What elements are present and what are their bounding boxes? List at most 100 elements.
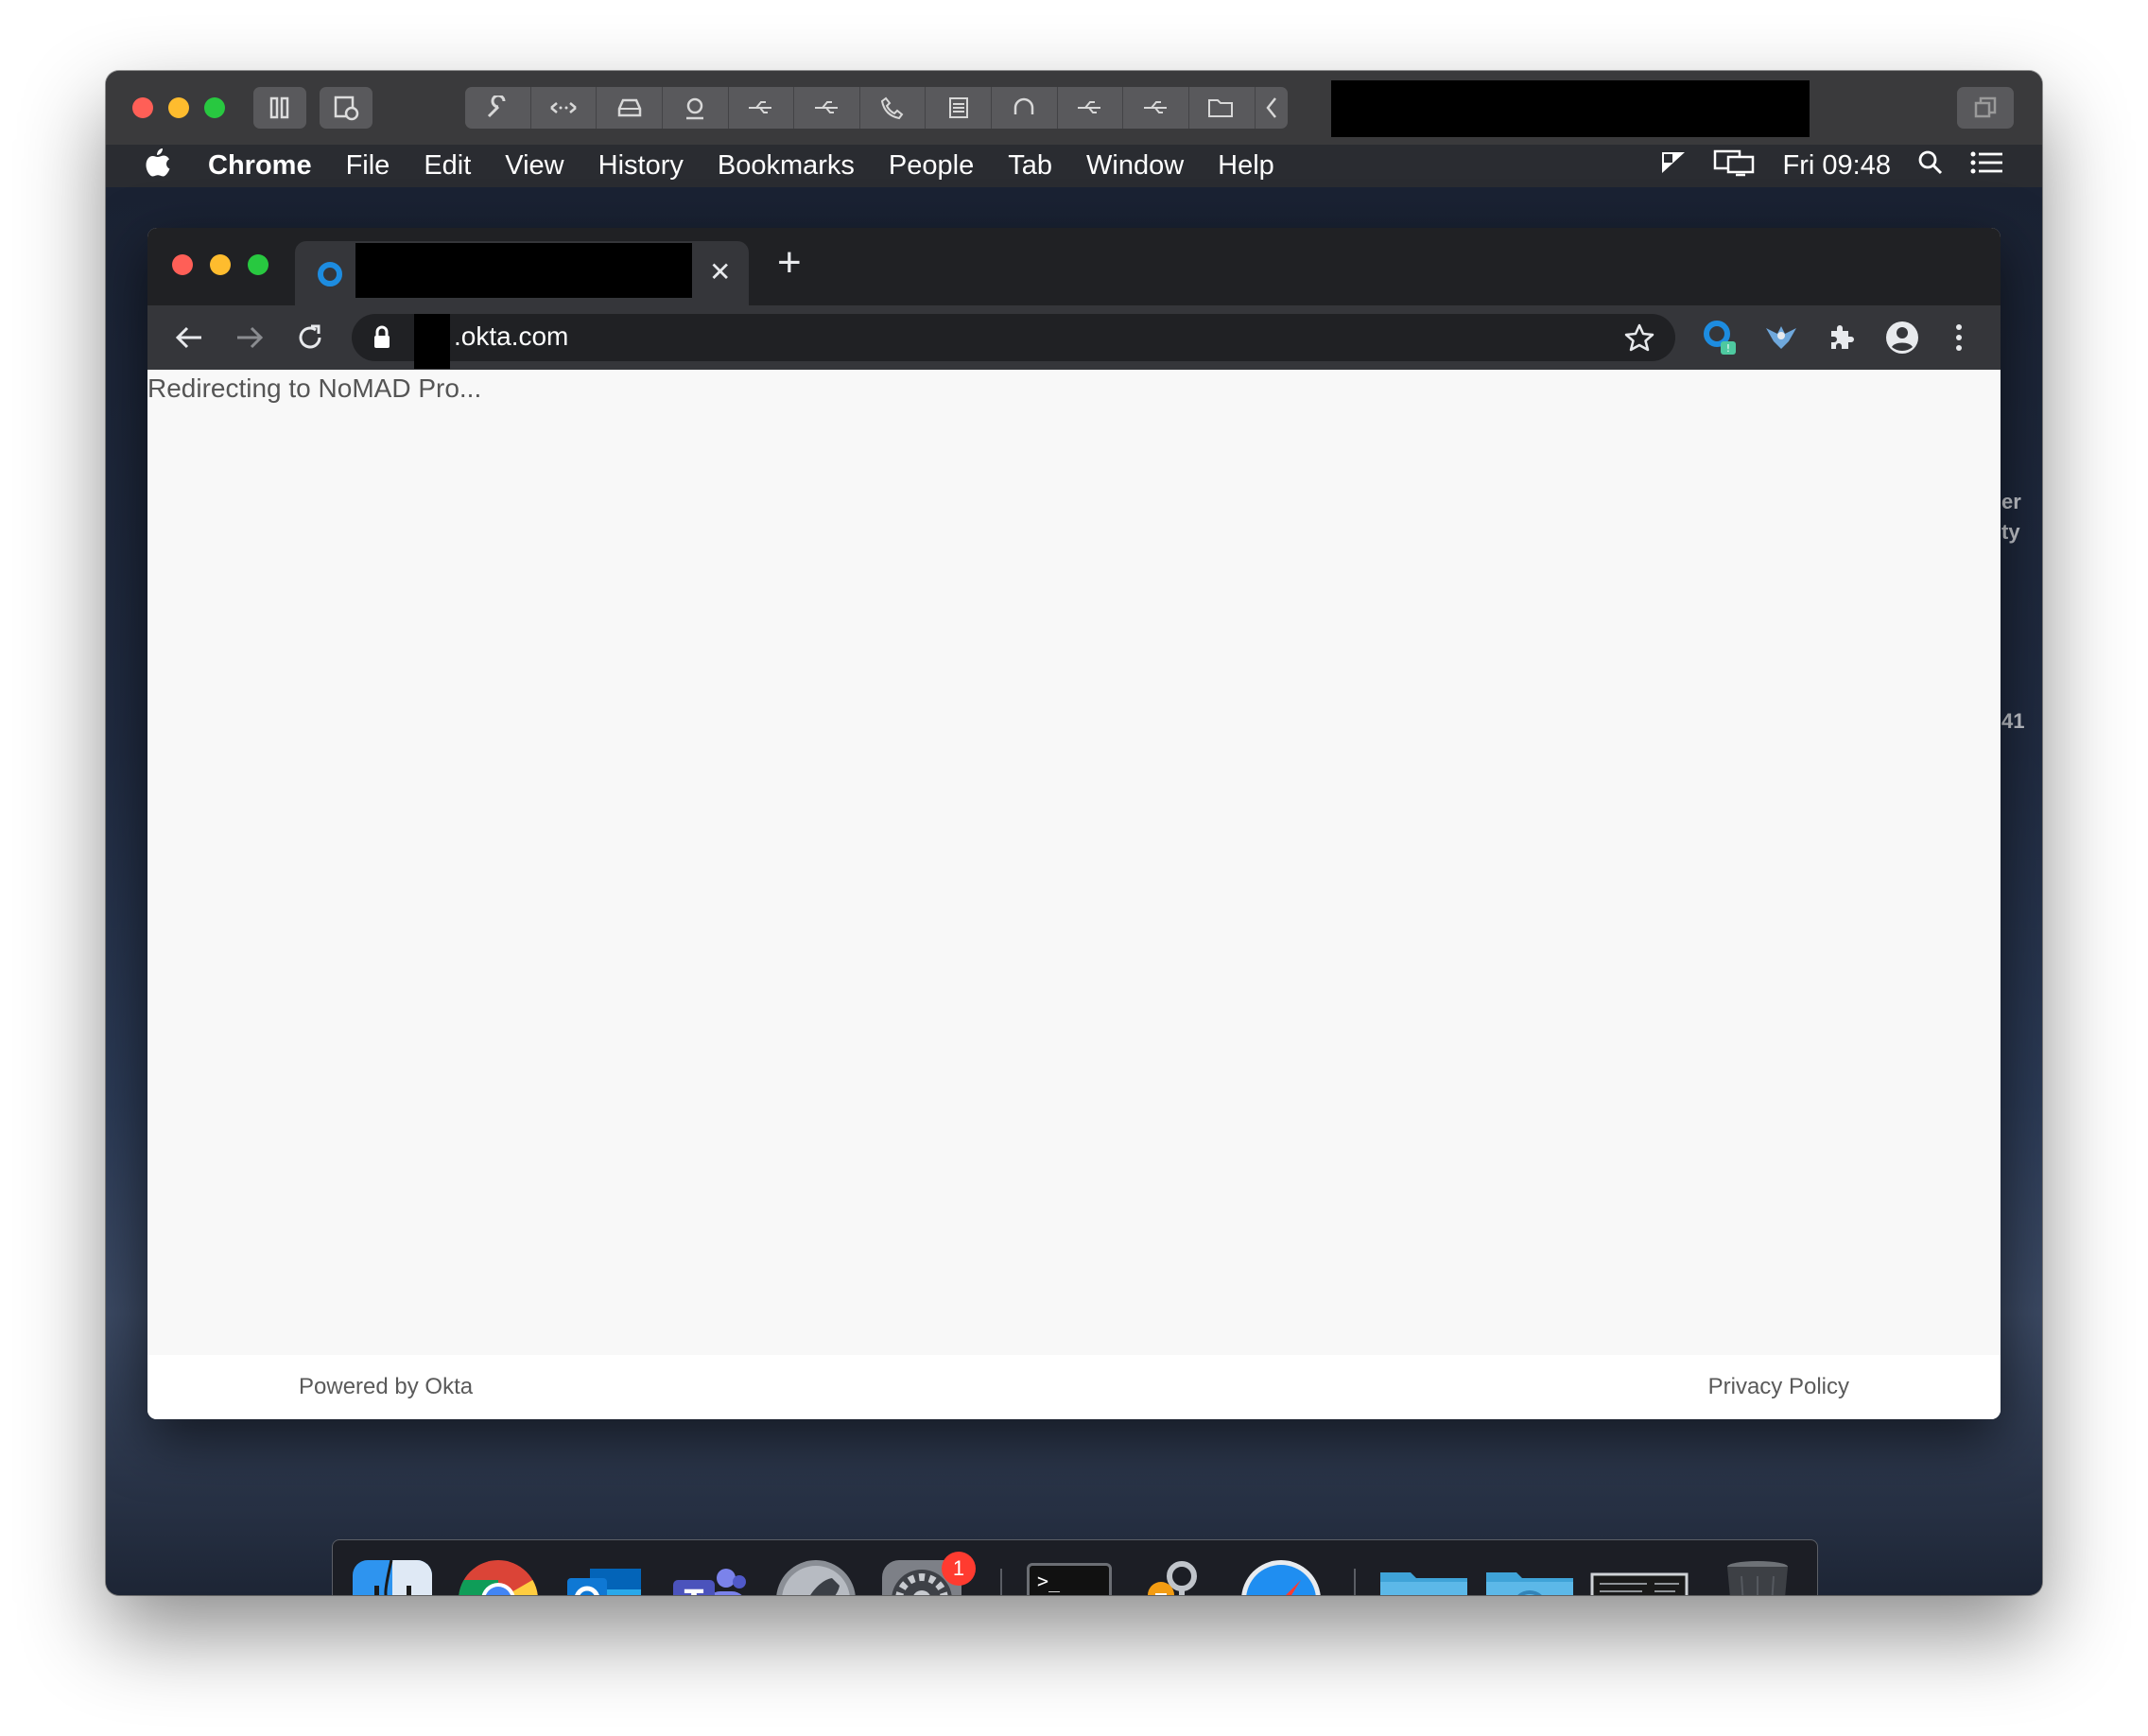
- dock-terminal[interactable]: >_: [1027, 1557, 1112, 1595]
- nomad-menu-extra-icon[interactable]: [1660, 150, 1687, 182]
- redacted-vm-title: [1331, 80, 1810, 137]
- desktop: er ty 41 ✕ + .okta.com ! Redirecting to …: [106, 187, 2042, 1595]
- rocket-icon: [776, 1560, 856, 1595]
- vm-fullscreen-button[interactable]: [1957, 87, 2014, 129]
- menu-file[interactable]: File: [346, 150, 390, 182]
- dock-finder[interactable]: [350, 1557, 435, 1595]
- download-folder-icon: [1486, 1572, 1573, 1595]
- terminal-prompt: >_: [1027, 1563, 1112, 1595]
- menu-view[interactable]: View: [505, 150, 563, 182]
- trash-icon: [1727, 1561, 1788, 1595]
- chrome-tabbar: ✕ +: [147, 228, 2001, 305]
- system-preferences-badge: 1: [942, 1552, 976, 1586]
- desktop-side-text-2: ty: [2001, 520, 2020, 544]
- apple-menu-icon[interactable]: [146, 148, 170, 184]
- finder-icon: [353, 1559, 432, 1595]
- dock-screen-recording[interactable]: [1590, 1557, 1689, 1595]
- menu-help[interactable]: Help: [1218, 150, 1274, 182]
- hard-disk-icon[interactable]: [597, 87, 663, 129]
- menu-edit[interactable]: Edit: [424, 150, 471, 182]
- macos-menubar: Chrome File Edit View History Bookmarks …: [106, 145, 2042, 187]
- vm-device-toolbar: [465, 87, 1288, 129]
- display-mirroring-icon[interactable]: [1713, 148, 1757, 184]
- vm-close-button[interactable]: [132, 97, 153, 118]
- dock-trash[interactable]: [1715, 1557, 1800, 1595]
- menu-people[interactable]: People: [889, 150, 974, 182]
- chrome-minimize-button[interactable]: [210, 254, 231, 275]
- bird-icon: [1766, 326, 1796, 349]
- okta-extension-button[interactable]: !: [1698, 315, 1743, 360]
- phone-icon[interactable]: [860, 87, 927, 129]
- new-tab-button[interactable]: +: [777, 239, 802, 286]
- chrome-close-button[interactable]: [172, 254, 193, 275]
- lock-icon[interactable]: [372, 325, 391, 350]
- browser-tab[interactable]: ✕: [295, 241, 749, 305]
- wrench-icon[interactable]: [465, 87, 531, 129]
- extensions-button[interactable]: [1819, 315, 1864, 360]
- dock-applications-folder[interactable]: [1378, 1557, 1469, 1595]
- menu-app-name[interactable]: Chrome: [208, 150, 312, 182]
- profile-button[interactable]: [1880, 315, 1925, 360]
- address-bar[interactable]: .okta.com: [352, 314, 1675, 369]
- dock-chrome[interactable]: [456, 1557, 541, 1595]
- teams-icon: T: [673, 1569, 746, 1595]
- dock-outlook[interactable]: [562, 1557, 647, 1595]
- usb-icon-3[interactable]: [1058, 87, 1124, 129]
- shared-folder-icon[interactable]: [1189, 87, 1256, 129]
- chrome-icon: [459, 1560, 538, 1595]
- forward-button[interactable]: [231, 319, 268, 356]
- redacted-subdomain: [414, 314, 450, 369]
- vm-snapshot-button[interactable]: [320, 87, 372, 129]
- chrome-toolbar: .okta.com !: [147, 305, 2001, 370]
- network-arrows-icon[interactable]: [531, 87, 598, 129]
- nomad-extension-button[interactable]: [1758, 315, 1804, 360]
- headphones-icon[interactable]: [992, 87, 1058, 129]
- svg-text:!: !: [1726, 342, 1730, 355]
- dock-separator-1: [1000, 1569, 1002, 1595]
- dock: T 1 >_: [332, 1539, 1818, 1595]
- arrow-right-icon: [237, 326, 264, 349]
- chevron-left-icon[interactable]: [1256, 87, 1288, 129]
- arrow-left-icon: [175, 326, 201, 349]
- url-text[interactable]: .okta.com: [454, 321, 568, 352]
- okta-footer: Powered by Okta Privacy Policy: [147, 1355, 2001, 1419]
- compass-icon: [1241, 1560, 1321, 1595]
- vm-pause-button[interactable]: [253, 87, 306, 129]
- desktop-side-text-1: er: [2001, 490, 2021, 513]
- printer-icon[interactable]: [926, 87, 993, 129]
- reload-icon: [299, 324, 321, 349]
- chrome-window: ✕ + .okta.com ! Redirecting to NoMAD Pro…: [147, 228, 2001, 1419]
- menu-bookmarks[interactable]: Bookmarks: [718, 150, 855, 182]
- dock-launchpad[interactable]: [773, 1557, 858, 1595]
- okta-favicon-icon: [318, 262, 342, 286]
- vm-titlebar: [106, 71, 2042, 146]
- puzzle-icon: [1831, 325, 1854, 349]
- reload-button[interactable]: [291, 319, 329, 356]
- usb-icon-4[interactable]: [1123, 87, 1190, 129]
- menubar-clock[interactable]: Fri 09:48: [1783, 150, 1891, 182]
- close-tab-icon[interactable]: ✕: [709, 256, 731, 287]
- dock-safari[interactable]: [1239, 1557, 1324, 1595]
- menu-window[interactable]: Window: [1086, 150, 1184, 182]
- desktop-side-text-3: 41: [2001, 709, 2025, 733]
- chrome-menu-button[interactable]: [1940, 315, 1978, 360]
- privacy-policy-link[interactable]: Privacy Policy: [1708, 1374, 1849, 1400]
- chrome-zoom-button[interactable]: [248, 254, 268, 275]
- dock-downloads-folder[interactable]: [1484, 1557, 1575, 1595]
- redirect-message: Redirecting to NoMAD Pro...: [147, 373, 482, 403]
- dock-teams[interactable]: T: [667, 1557, 753, 1595]
- spotlight-search-icon[interactable]: [1917, 149, 1944, 183]
- menu-tab[interactable]: Tab: [1008, 150, 1052, 182]
- bookmark-star-icon[interactable]: [1624, 323, 1654, 352]
- vm-zoom-button[interactable]: [204, 97, 225, 118]
- dock-keychain-access[interactable]: [1133, 1557, 1218, 1595]
- vm-minimize-button[interactable]: [168, 97, 189, 118]
- camera-icon[interactable]: [663, 87, 729, 129]
- usb-icon-2[interactable]: [794, 87, 860, 129]
- svg-text:T: T: [684, 1585, 704, 1595]
- back-button[interactable]: [170, 319, 208, 356]
- notification-center-icon[interactable]: [1970, 150, 2004, 182]
- menubar-status-area: Fri 09:48: [1660, 145, 2004, 187]
- menu-history[interactable]: History: [598, 150, 684, 182]
- usb-icon-1[interactable]: [729, 87, 795, 129]
